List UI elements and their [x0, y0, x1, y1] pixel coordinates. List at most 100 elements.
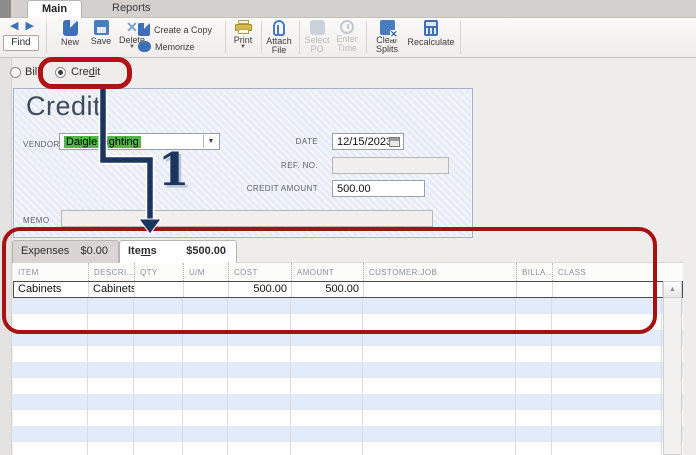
- cell: [134, 394, 183, 410]
- cell: [183, 346, 228, 362]
- cell[interactable]: Cabinets: [89, 282, 135, 297]
- cell[interactable]: [517, 282, 553, 297]
- memorize-label: Memorize: [155, 41, 195, 52]
- cell: [516, 330, 552, 346]
- cell: [183, 394, 228, 410]
- print-button[interactable]: Print ▼: [228, 20, 258, 50]
- cell: [363, 442, 516, 455]
- item-row[interactable]: Cabinets Cabinets 500.00 500.00: [13, 281, 683, 298]
- clear-splits-button[interactable]: Clear Splits: [369, 20, 405, 54]
- vertical-scrollbar[interactable]: ▲: [663, 281, 682, 455]
- back-forward-icons[interactable]: ◀ ▶: [3, 20, 43, 33]
- cell: [13, 314, 88, 330]
- find-button[interactable]: Find: [3, 35, 39, 51]
- toolbar-separator: [299, 21, 300, 54]
- cell: [13, 362, 88, 378]
- create-a-copy-button[interactable]: Create a Copy: [138, 22, 212, 37]
- cell: [88, 442, 134, 455]
- calendar-icon[interactable]: [389, 137, 400, 147]
- clear-splits-label: Clear Splits: [375, 35, 398, 54]
- credit-radio-label[interactable]: Credit: [71, 66, 100, 78]
- column-header-qty: QTY: [134, 263, 183, 281]
- new-button[interactable]: New: [55, 20, 85, 47]
- cell: [363, 426, 516, 442]
- credit-radio[interactable]: [55, 67, 66, 78]
- column-header-descri: DESCRI...: [88, 263, 134, 281]
- cell: [516, 426, 552, 442]
- credit-amount-field[interactable]: 500.00: [332, 180, 425, 197]
- memo-field[interactable]: [61, 210, 433, 227]
- attach-file-button[interactable]: Attach File: [263, 20, 295, 55]
- tab-expenses[interactable]: Expenses $0.00: [12, 240, 119, 263]
- cell: [183, 330, 228, 346]
- print-dropdown-caret[interactable]: ▼: [228, 44, 258, 50]
- cell: [363, 330, 516, 346]
- vendor-combobox[interactable]: Daigle Lighting ▼: [59, 133, 220, 150]
- empty-row: [13, 330, 683, 346]
- column-header-amount: AMOUNT: [291, 263, 363, 281]
- cell: [183, 362, 228, 378]
- bill-radio[interactable]: [10, 67, 21, 78]
- cell: [183, 298, 228, 314]
- cell[interactable]: [184, 282, 229, 297]
- cell[interactable]: [553, 282, 663, 297]
- cell: [516, 346, 552, 362]
- cell: [363, 298, 516, 314]
- create-a-copy-label: Create a Copy: [154, 24, 213, 35]
- cell: [134, 298, 183, 314]
- vendor-dropdown-arrow-icon[interactable]: ▼: [203, 135, 218, 148]
- recalculate-calculator-icon: [424, 20, 438, 36]
- credit-amount-value: 500.00: [337, 183, 371, 195]
- credit-label-part: it: [94, 66, 101, 78]
- cell: [516, 362, 552, 378]
- cell: [291, 426, 363, 442]
- memorize-button[interactable]: Memorize: [138, 39, 212, 54]
- print-icon: [234, 20, 252, 34]
- save-icon: [93, 20, 109, 35]
- select-po-icon: [309, 20, 325, 35]
- cell: [516, 394, 552, 410]
- ref-no-field[interactable]: [332, 157, 449, 174]
- cell: [228, 330, 291, 346]
- cell[interactable]: [135, 282, 184, 297]
- cell: [552, 442, 662, 455]
- cell: [363, 394, 516, 410]
- tab-items[interactable]: Items $500.00: [119, 240, 237, 263]
- cell[interactable]: 500.00: [292, 282, 364, 297]
- cell: [228, 442, 291, 455]
- cell: [183, 426, 228, 442]
- scroll-up-arrow-icon[interactable]: ▲: [664, 282, 681, 298]
- cell: [228, 362, 291, 378]
- cell: [88, 426, 134, 442]
- items-table-header: ITEM DESCRI... QTY U/M COST AMOUNT CUSTOMER:JO…: [13, 262, 683, 281]
- column-header-billa: BILLA...: [516, 263, 552, 281]
- ribbon-toolbar: ◀ ▶ Find New Save ✕ Delete ▼ Create a Co…: [0, 18, 696, 58]
- date-field[interactable]: 12/15/2023: [332, 133, 404, 150]
- cell[interactable]: [364, 282, 517, 297]
- cell: [134, 426, 183, 442]
- save-label: Save: [90, 36, 112, 46]
- cell: [291, 378, 363, 394]
- recalculate-button[interactable]: Recalculate: [405, 20, 457, 47]
- items-label-accel: m: [140, 245, 151, 257]
- items-table-body: Cabinets Cabinets 500.00 500.00: [13, 281, 683, 455]
- toolbar-separator: [261, 21, 262, 54]
- cell: [291, 410, 363, 426]
- column-header-um: U/M: [183, 263, 228, 281]
- cell[interactable]: 500.00: [229, 282, 292, 297]
- cell: [291, 314, 363, 330]
- tab-reports[interactable]: Reports: [98, 0, 165, 18]
- credit-amount-label: CREDIT AMOUNT: [246, 184, 318, 193]
- cell: [88, 330, 134, 346]
- cell: [228, 394, 291, 410]
- left-margin-strip: [0, 58, 12, 455]
- clear-splits-icon: [379, 20, 398, 39]
- cell: [183, 410, 228, 426]
- bill-radio-label[interactable]: Bill: [25, 66, 40, 78]
- cell: [291, 394, 363, 410]
- cell[interactable]: Cabinets: [14, 282, 89, 297]
- ref-no-label: REF. NO.: [281, 161, 318, 170]
- document-type-selector: Bill Credit: [0, 58, 696, 88]
- cell: [228, 346, 291, 362]
- tab-main[interactable]: Main: [27, 0, 83, 18]
